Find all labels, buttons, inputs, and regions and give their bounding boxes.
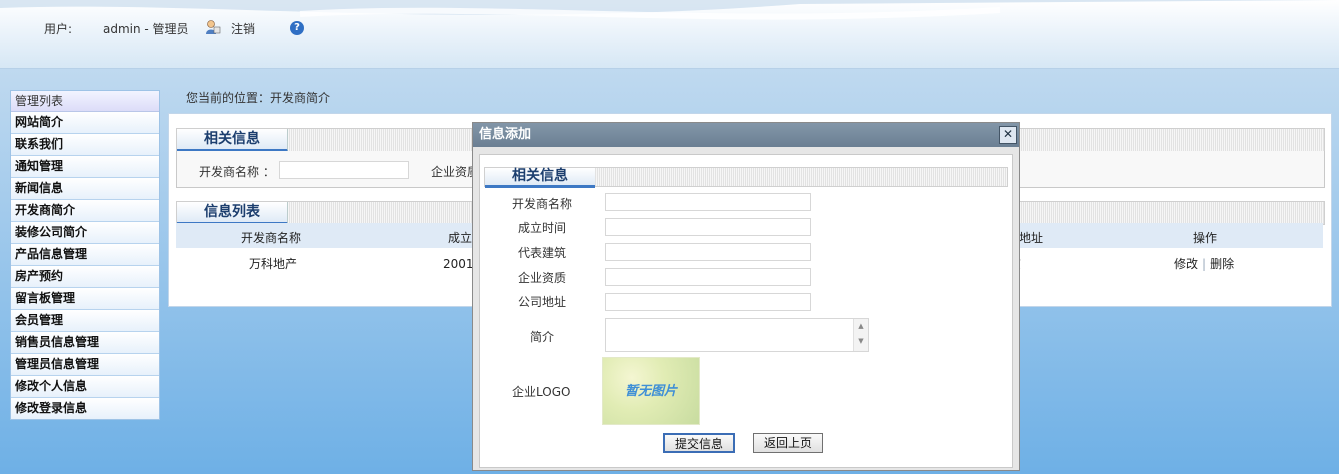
logo-label: 企业LOGO (512, 385, 571, 399)
user-logout-icon[interactable] (205, 19, 221, 35)
textarea-scrollbar[interactable]: ▲ ▼ (853, 319, 868, 351)
row-actions: 修改 | 删除 (1174, 255, 1234, 272)
sidebar-item-decoration-companies[interactable]: 装修公司简介 (11, 222, 159, 244)
sidebar-item-login-info[interactable]: 修改登录信息 (11, 398, 159, 419)
sidebar-title: 管理列表 (11, 91, 159, 112)
user-name: admin - 管理员 (103, 22, 189, 36)
sidebar-item-admins[interactable]: 管理员信息管理 (11, 354, 159, 376)
sidebar-item-developers[interactable]: 开发商简介 (11, 200, 159, 222)
cell-developer-name: 万科地产 (249, 257, 298, 271)
related-info-tab: 相关信息 (177, 129, 288, 152)
developer-name-field[interactable] (605, 193, 811, 211)
edit-link[interactable]: 修改 (1174, 257, 1198, 271)
sidebar-item-products[interactable]: 产品信息管理 (11, 244, 159, 266)
sidebar-item-members[interactable]: 会员管理 (11, 310, 159, 332)
company-address-field[interactable] (605, 293, 811, 311)
logo-placeholder-text: 暂无图片 (624, 384, 677, 399)
logout-link[interactable]: 注销 (231, 20, 255, 37)
modal-related-info-bar: 相关信息 (484, 167, 1008, 188)
delete-link[interactable]: 删除 (1210, 257, 1234, 271)
modal-body: 相关信息 开发商名称 成立时间 代表建筑 企业资质 公司地址 简介 ▲ ▼ 企业L… (479, 154, 1013, 468)
breadcrumb: 您当前的位置：开发商简介 (186, 91, 331, 105)
sidebar-item-news[interactable]: 新闻信息 (11, 178, 159, 200)
sidebar-item-personal-info[interactable]: 修改个人信息 (11, 376, 159, 398)
landmark-building-field[interactable] (605, 243, 811, 261)
company-qualification-label: 企业资质 (518, 271, 567, 285)
intro-label: 简介 (530, 330, 555, 344)
modal-title-bar[interactable]: 信息添加 (473, 123, 1019, 147)
info-list-tab: 信息列表 (177, 202, 288, 225)
col-address: 地址 (1019, 231, 1044, 245)
col-developer-name: 开发商名称 (241, 231, 302, 245)
sidebar: 管理列表 网站简介 联系我们 通知管理 新闻信息 开发商简介 装修公司简介 产品… (10, 90, 160, 420)
col-founded: 成立 (448, 231, 473, 245)
developer-name-label: 开发商名称 (512, 197, 573, 211)
col-actions: 操作 (1193, 231, 1218, 245)
founded-date-field[interactable] (605, 218, 811, 236)
intro-textarea[interactable]: ▲ ▼ (605, 318, 869, 352)
sidebar-item-notices[interactable]: 通知管理 (11, 156, 159, 178)
modal-related-info-tab: 相关信息 (485, 168, 595, 188)
company-qualification-field[interactable] (605, 268, 811, 286)
developer-name-label: 开发商名称 ： (199, 165, 275, 179)
help-icon[interactable]: ? (290, 21, 304, 35)
landmark-building-label: 代表建筑 (518, 246, 567, 260)
submit-button[interactable]: 提交信息 (663, 433, 736, 453)
header-decoration (0, 0, 1339, 20)
logo-placeholder-image: 暂无图片 (602, 357, 700, 425)
founded-date-label: 成立时间 (518, 221, 567, 235)
sidebar-item-reservations[interactable]: 房产预约 (11, 266, 159, 288)
developer-name-input[interactable] (279, 161, 409, 179)
sidebar-item-site-intro[interactable]: 网站简介 (11, 112, 159, 134)
sidebar-item-message-board[interactable]: 留言板管理 (11, 288, 159, 310)
top-header: 用户: admin - 管理员 注销 ? (0, 0, 1339, 69)
back-button[interactable]: 返回上页 (753, 433, 824, 453)
company-address-label: 公司地址 (518, 295, 567, 309)
sidebar-item-contact-us[interactable]: 联系我们 (11, 134, 159, 156)
sidebar-item-salespeople[interactable]: 销售员信息管理 (11, 332, 159, 354)
modal-title: 信息添加 (479, 127, 532, 142)
user-label: 用户: (44, 22, 73, 36)
action-separator: | (1202, 257, 1207, 271)
add-info-modal: 信息添加 ✕ 相关信息 开发商名称 成立时间 代表建筑 企业资质 公司地址 简介… (472, 122, 1020, 471)
close-icon[interactable]: ✕ (999, 126, 1017, 144)
